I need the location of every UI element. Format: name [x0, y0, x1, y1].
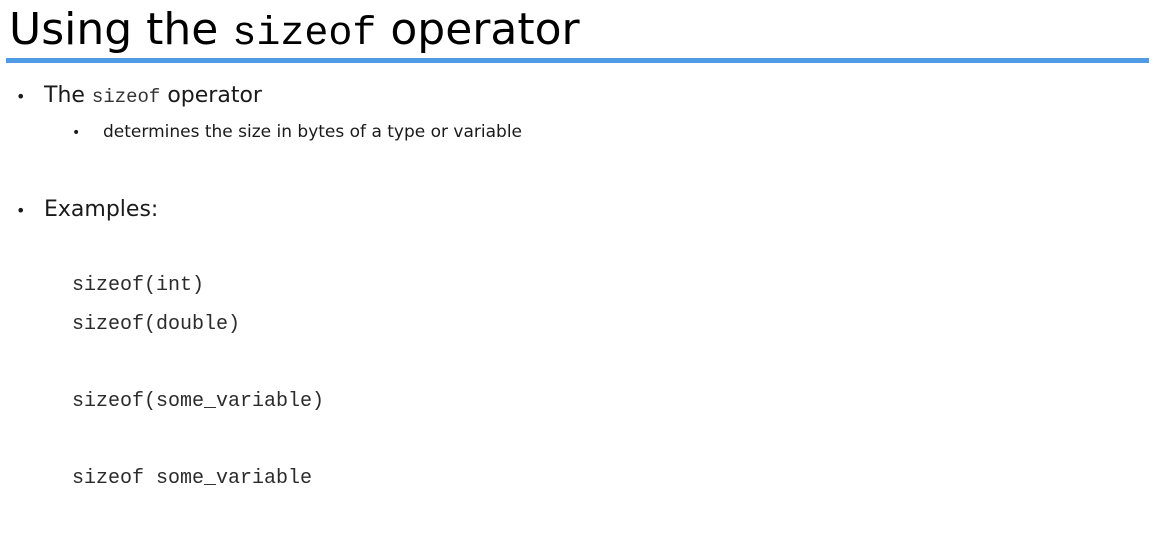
sub-bullet-determines-size: • determines the size in bytes of a type…	[72, 121, 522, 144]
title-suffix: operator	[376, 4, 580, 55]
code-example: sizeof some_variable	[72, 467, 313, 490]
bullet-marker: •	[16, 201, 26, 220]
title-code: sizeof	[232, 12, 377, 57]
bullet-prefix: The	[44, 83, 92, 108]
title-underline	[6, 58, 1149, 63]
slide-title: Using the sizeof operator	[9, 2, 580, 63]
bullet-text: Examples:	[44, 197, 159, 222]
bullet-marker: •	[16, 87, 26, 106]
sub-bullet-text: determines the size in bytes of a type o…	[103, 122, 523, 142]
bullet-sizeof-operator: • The sizeof operator	[12, 82, 262, 111]
bullet-text: The sizeof operator	[44, 82, 262, 111]
sub-bullet-marker: •	[72, 125, 81, 141]
title-prefix: Using the	[9, 4, 233, 55]
bullet-suffix: operator	[160, 83, 262, 108]
code-example: sizeof(int)	[72, 274, 205, 297]
bullet-code: sizeof	[91, 86, 161, 108]
code-example: sizeof(double)	[72, 313, 241, 336]
code-example: sizeof(some_variable)	[72, 390, 325, 413]
bullet-examples: • Examples:	[12, 196, 158, 225]
slide: Using the sizeof operator • The sizeof o…	[0, 0, 1166, 559]
